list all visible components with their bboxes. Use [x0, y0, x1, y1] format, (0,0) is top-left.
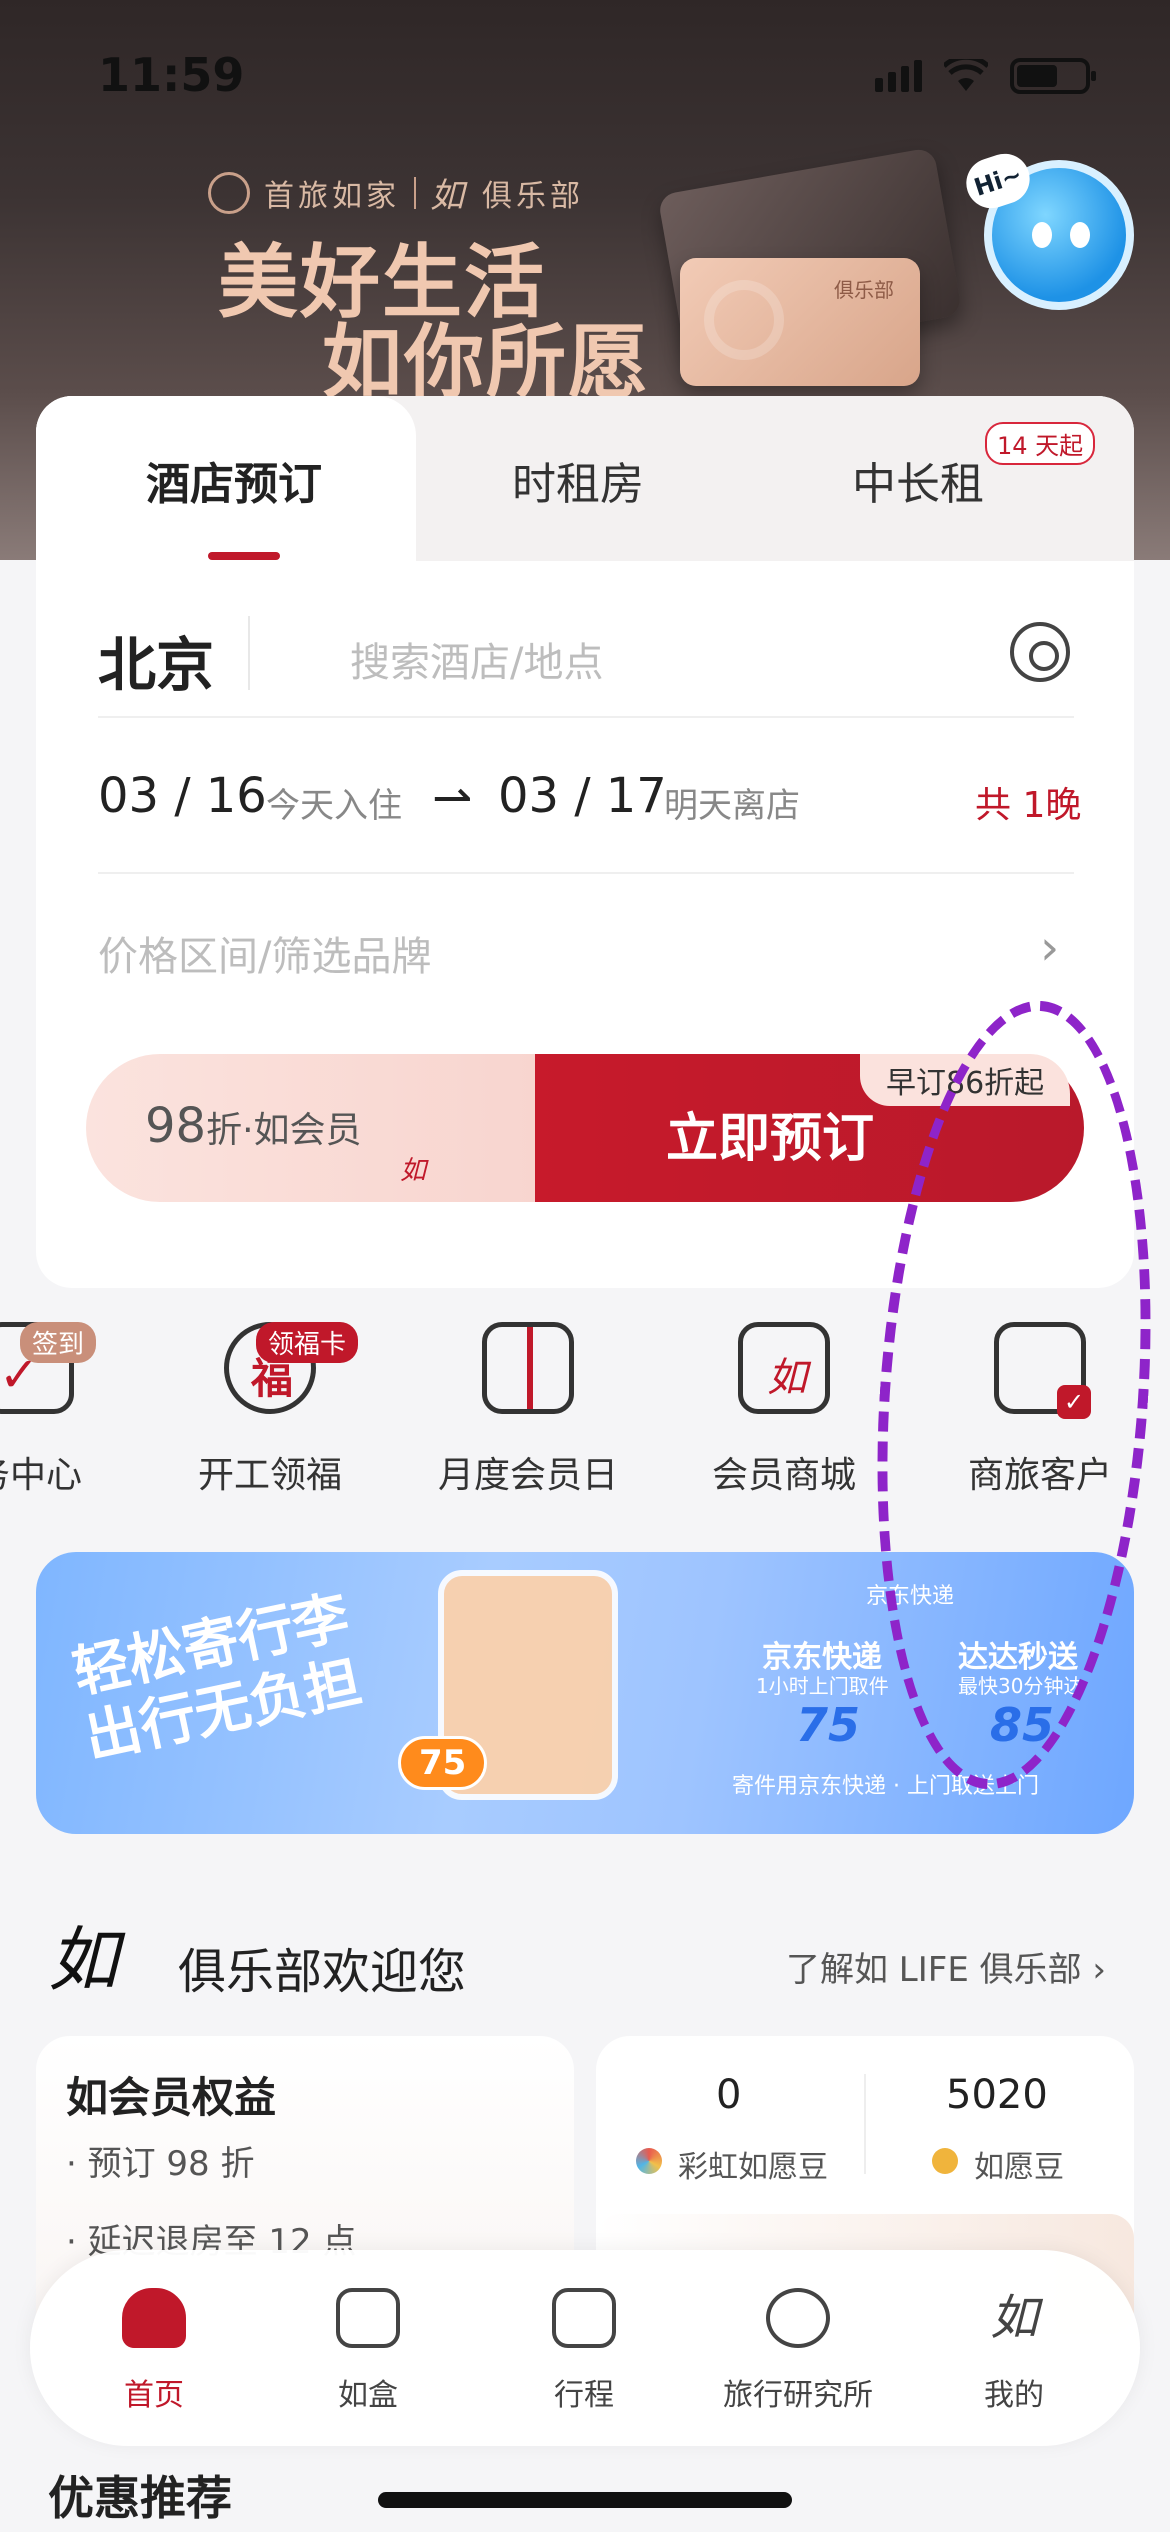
- shop-bag-icon: 如: [738, 1322, 830, 1414]
- mascot-eye-icon: [1032, 222, 1052, 248]
- signin-tag: 签到: [20, 1322, 97, 1363]
- club-logo-icon: 如: [430, 176, 468, 216]
- benefits-title: 如会员权益: [66, 2073, 277, 2122]
- locate-icon[interactable]: [1010, 622, 1070, 682]
- tab-hotel-booking[interactable]: 酒店预订: [146, 448, 322, 512]
- book-now-label[interactable]: 立即预订: [666, 1096, 874, 1171]
- tab-label: 行程: [554, 2378, 614, 2413]
- checkin-date[interactable]: 03 / 16: [98, 768, 267, 824]
- status-icons: [875, 58, 1096, 94]
- home-icon: [122, 2288, 186, 2348]
- mascot-eye-icon: [1070, 222, 1090, 248]
- tab-label: 我的: [984, 2378, 1044, 2413]
- tab-label: 如盒: [338, 2378, 398, 2413]
- tab-travel-lab[interactable]: 旅行研究所: [698, 2288, 898, 2414]
- tab-label: 首页: [124, 2378, 184, 2413]
- divider: [98, 872, 1074, 874]
- planet-icon: [766, 2288, 830, 2348]
- status-time: 11:59: [98, 48, 245, 102]
- quick-entry-label: 务中心: [0, 1455, 82, 1496]
- club-learn-more-link[interactable]: 了解如 LIFE 俱乐部 ›: [786, 1942, 1106, 1991]
- tab-trips[interactable]: 行程: [484, 2288, 684, 2414]
- tab-hourly-room[interactable]: 时租房: [512, 448, 644, 512]
- long-stay-badge: 14 天起: [985, 422, 1096, 465]
- nights-count: 共 1晚: [975, 785, 1082, 826]
- bean-icon: [932, 2148, 958, 2174]
- tab-home[interactable]: 首页: [54, 2288, 254, 2414]
- hotel-search-input[interactable]: 搜索酒店/地点: [350, 630, 603, 688]
- tab-profile[interactable]: 如 我的: [914, 2288, 1114, 2414]
- brand-line: 首旅如家 如 俱乐部: [208, 168, 584, 217]
- checkout-note: 明天离店: [664, 786, 800, 826]
- quick-entry-label: 会员商城: [711, 1455, 856, 1496]
- fortune-card-tag: 领福卡: [256, 1322, 359, 1363]
- date-arrow-icon: ⇀: [432, 770, 473, 826]
- jd-express-price: 75: [796, 1698, 861, 1752]
- city-divider: [248, 616, 250, 690]
- tab-label: 旅行研究所: [723, 2378, 873, 2413]
- quick-entry-member-mall[interactable]: 如 会员商城: [694, 1322, 874, 1498]
- rainbow-points-label: 彩虹如愿豆: [678, 2150, 828, 2185]
- gift-icon: [482, 1322, 574, 1414]
- rainbow-points-value: 0: [716, 2072, 742, 2118]
- member-label: ·如会员: [242, 1110, 362, 1151]
- card-mark: 俱乐部: [834, 278, 894, 302]
- brand-seal-icon: [208, 171, 250, 214]
- club-name: 俱乐部: [482, 178, 584, 214]
- card-swirl-icon: [704, 280, 784, 360]
- points-value: 5020: [946, 2072, 1048, 2118]
- cellular-signal-icon: [875, 60, 922, 92]
- section-title: 优惠推荐: [48, 2471, 232, 2525]
- quick-entry-label: 月度会员日: [438, 1455, 619, 1496]
- checkout-date[interactable]: 03 / 17: [498, 768, 667, 824]
- wifi-icon: [944, 59, 988, 91]
- quick-entry-member-day[interactable]: 月度会员日: [438, 1322, 618, 1498]
- home-indicator[interactable]: [378, 2492, 792, 2508]
- battery-icon: [1010, 58, 1096, 94]
- rainbow-bean-icon: [636, 2148, 662, 2174]
- suitcase-icon: [552, 2288, 616, 2348]
- divider: [98, 716, 1074, 718]
- points-label: 如愿豆: [974, 2150, 1064, 2185]
- member-discount: 98折·如会员: [145, 1098, 362, 1154]
- city-selector[interactable]: 北京: [98, 618, 214, 702]
- club-welcome-title: 俱乐部欢迎您: [178, 1944, 467, 2000]
- club-mini-logo-icon: 如: [400, 1156, 427, 1186]
- checkin-note: 今天入住: [266, 786, 402, 826]
- tab-box[interactable]: 如盒: [268, 2288, 468, 2414]
- member-discount-unit: 折: [206, 1110, 243, 1151]
- box-icon: [336, 2288, 400, 2348]
- jd-express-sub: 1小时上门取件: [756, 1674, 889, 1698]
- benefit-item: · 预订 98 折: [66, 2144, 255, 2184]
- brand-name: 首旅如家: [264, 178, 400, 214]
- tab-underline: [208, 552, 280, 560]
- tab-long-stay[interactable]: 中长租: [852, 448, 984, 512]
- points-divider: [864, 2074, 866, 2174]
- chevron-right-icon[interactable]: ›: [1040, 920, 1059, 976]
- member-discount-value: 98: [145, 1098, 207, 1154]
- brand-divider: [414, 176, 416, 209]
- price-brand-filter[interactable]: 价格区间/筛选品牌: [98, 924, 431, 982]
- profile-logo-icon: 如: [989, 2290, 1038, 2346]
- quick-entry-label: 开工领福: [197, 1455, 342, 1496]
- club-logo-icon: 如: [48, 1919, 118, 2001]
- member-price-pill: 75: [398, 1736, 488, 1790]
- member-card-rose: 俱乐部: [680, 258, 920, 386]
